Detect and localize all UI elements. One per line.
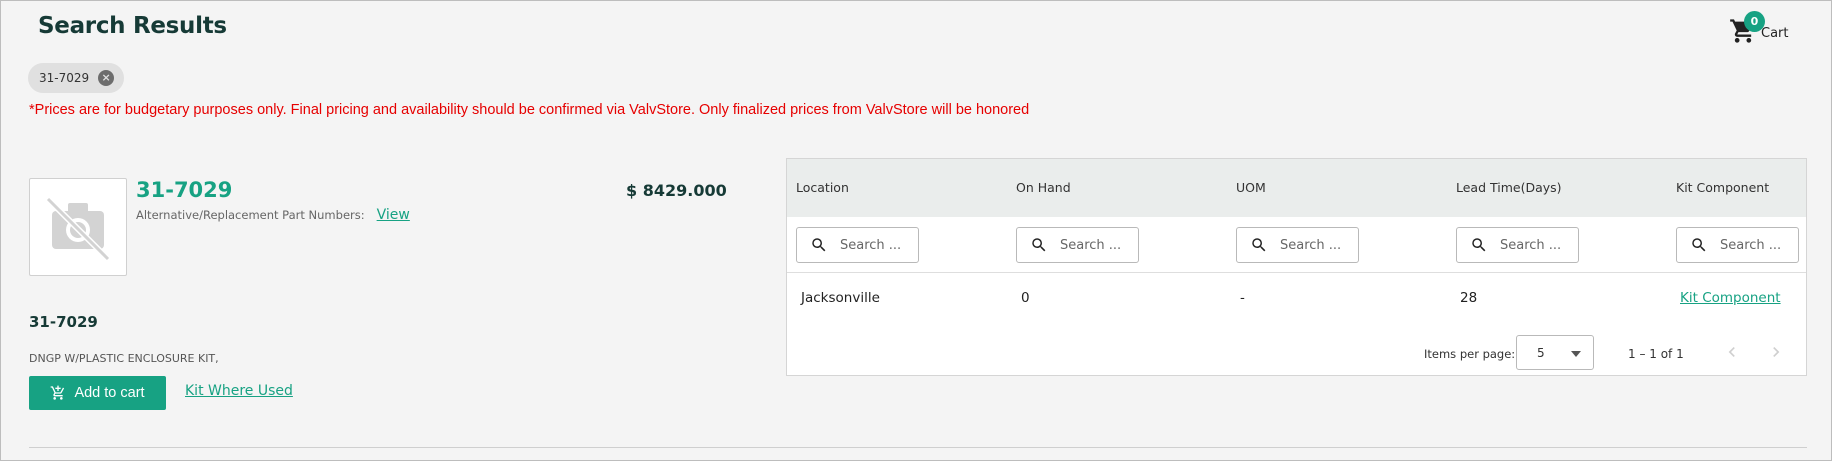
cell-lead-time: 28 [1460,290,1478,306]
search-placeholder: Search ... [840,237,902,253]
cell-location: Jacksonville [801,290,880,306]
column-header-lead-time: Lead Time(Days) [1456,180,1562,195]
search-input-uom[interactable]: Search ... [1236,227,1359,263]
search-placeholder: Search ... [1500,237,1562,253]
add-to-cart-label: Add to cart [74,385,145,401]
cell-on-hand: 0 [1021,290,1030,306]
search-term-chip: 31-7029 × [28,63,125,93]
pricing-disclaimer: *Prices are for budgetary purposes only.… [29,102,1030,118]
price: $ 8429.000 [626,181,727,200]
previous-page-button[interactable] [1722,342,1742,362]
items-per-page-select[interactable]: 5 [1516,335,1594,370]
kit-component-link[interactable]: Kit Component [1680,290,1781,306]
alt-part-label: Alternative/Replacement Part Numbers: [136,208,365,222]
part-number-subtitle: 31-7029 [29,313,98,331]
search-icon [1692,238,1706,252]
chevron-left-icon [1728,347,1735,357]
items-per-page-value: 5 [1537,345,1545,360]
search-input-location[interactable]: Search ... [796,227,919,263]
search-input-lead-time[interactable]: Search ... [1456,227,1579,263]
column-header-uom: UOM [1236,180,1266,195]
search-input-on-hand[interactable]: Search ... [1016,227,1139,263]
cart-count-badge: 0 [1744,11,1765,32]
cell-uom: - [1240,290,1245,306]
cart-label: Cart [1761,25,1789,41]
search-icon [812,238,826,252]
column-header-on-hand: On Hand [1016,180,1071,195]
search-placeholder: Search ... [1280,237,1342,253]
close-icon[interactable]: × [98,70,115,86]
search-icon [1032,238,1046,252]
kit-where-used-link[interactable]: Kit Where Used [185,383,293,399]
alternative-part-numbers: Alternative/Replacement Part Numbers: Vi… [136,207,410,223]
table-header [787,159,1806,217]
page-range: 1 – 1 of 1 [1628,347,1684,361]
next-page-button[interactable] [1766,342,1786,362]
search-icon [1472,238,1486,252]
search-placeholder: Search ... [1060,237,1122,253]
page-title: Search Results [38,13,227,39]
search-input-kit-component[interactable]: Search ... [1676,227,1799,263]
add-to-cart-icon [51,385,65,400]
column-header-location: Location [796,180,849,195]
view-alternatives-link[interactable]: View [377,207,410,223]
items-per-page-label: Items per page: [1424,347,1516,361]
inventory-table: Location On Hand UOM Lead Time(Days) Kit… [786,158,1807,376]
paginator: Items per page: 5 1 – 1 of 1 [787,332,1806,372]
search-icon [1252,238,1266,252]
chip-label: 31-7029 [39,71,90,85]
add-to-cart-button[interactable]: Add to cart [29,376,166,410]
divider [29,447,1807,448]
chevron-right-icon [1773,347,1780,357]
part-description: DNGP W/PLASTIC ENCLOSURE KIT, [29,352,219,365]
caret-down-icon [1571,351,1581,357]
column-header-kit-component: Kit Component [1676,180,1770,195]
part-number-title: 31-7029 [136,178,233,202]
search-placeholder: Search ... [1720,237,1782,253]
no-image-icon [29,178,127,276]
